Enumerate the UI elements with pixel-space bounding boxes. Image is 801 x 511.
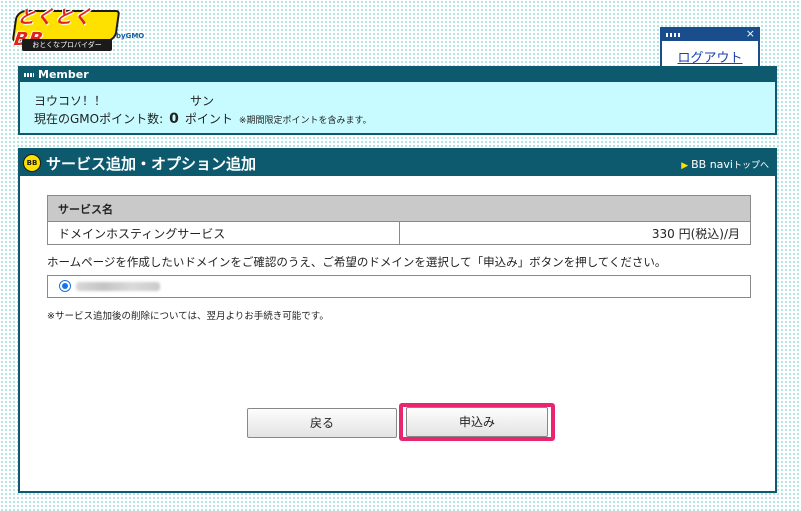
- member-panel-header: Member: [20, 68, 775, 82]
- logout-panel-header: ×: [662, 27, 758, 41]
- points-unit: ポイント: [184, 112, 233, 126]
- domain-radio[interactable]: [59, 280, 71, 292]
- points-label: 現在のGMOポイント数:: [34, 112, 164, 126]
- domain-option[interactable]: [47, 275, 751, 298]
- bb-badge-icon: BB: [23, 154, 41, 172]
- service-price-cell: 330 円(税込)/月: [399, 221, 751, 245]
- member-greeting-row: ヨウコソ！！ サン: [34, 92, 214, 109]
- service-panel-header: BB サービス追加・オプション追加 ▶ BB naviトップへ: [20, 150, 775, 176]
- points-value: 0: [169, 111, 179, 127]
- logout-link[interactable]: ログアウト: [662, 47, 758, 66]
- member-points-row: 現在のGMOポイント数: 0 ポイント ※期間限定ポイントを含みます。: [34, 110, 372, 127]
- member-panel: Member ヨウコソ！！ サン 現在のGMOポイント数: 0 ポイント ※期間限定ポ…: [18, 66, 777, 135]
- back-button[interactable]: 戻る: [247, 408, 397, 438]
- apply-button[interactable]: 申込み: [406, 407, 548, 437]
- member-name: サン: [190, 94, 215, 108]
- logo-tagline: おとくなプロバイダー: [22, 39, 112, 51]
- service-table: サービス名 ドメインホスティングサービス 330 円(税込)/月: [47, 195, 751, 245]
- instruction-text: ホームページを作成したいドメインをご確認のうえ、ご希望のドメインを選択して「申込…: [47, 255, 667, 269]
- points-note: ※期間限定ポイントを含みます。: [238, 116, 372, 126]
- logo-brand: とくとくBB: [11, 7, 121, 50]
- close-icon[interactable]: ×: [746, 27, 755, 41]
- apply-button-highlight: 申込み: [399, 403, 555, 441]
- bbnavi-top-link[interactable]: ▶ BB naviトップへ: [681, 158, 769, 171]
- logo-company: byGMO: [116, 32, 145, 40]
- bbnavi-link-suffix: トップへ: [732, 161, 769, 171]
- dots-icon: [24, 73, 34, 77]
- arrow-right-icon: ▶: [681, 161, 689, 171]
- dots-icon: [666, 33, 680, 37]
- site-logo[interactable]: とくとくBB おとくなプロバイダー byGMO: [11, 7, 144, 54]
- member-greeting: ヨウコソ！！: [34, 94, 107, 108]
- service-panel: BB サービス追加・オプション追加 ▶ BB naviトップへ サービス名 ドメイ…: [18, 148, 777, 493]
- removal-note: ※サービス追加後の削除については、翌月よりお手続き可能です。: [47, 311, 329, 322]
- table-header-service-name: サービス名: [47, 195, 751, 222]
- member-header-label: Member: [38, 68, 89, 81]
- bbnavi-link-label: BB navi: [691, 158, 733, 171]
- page-title: サービス追加・オプション追加: [46, 155, 257, 173]
- table-row: ドメインホスティングサービス 330 円(税込)/月: [47, 221, 751, 245]
- redacted-domain: [76, 282, 160, 291]
- table-header-row: サービス名: [47, 195, 751, 222]
- service-name-cell: ドメインホスティングサービス: [47, 221, 400, 245]
